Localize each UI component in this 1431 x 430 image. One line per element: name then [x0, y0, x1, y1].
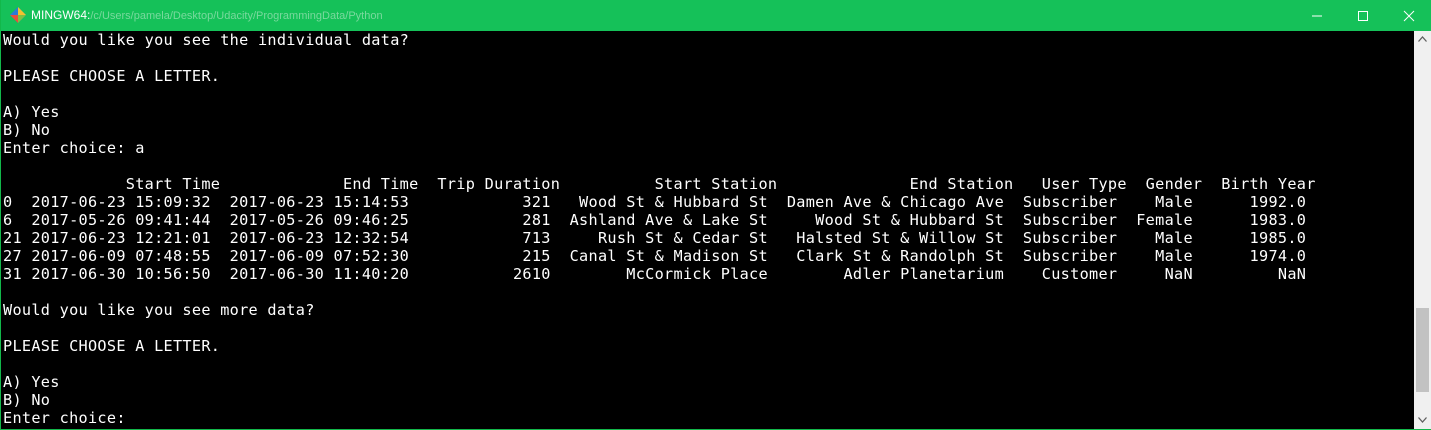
terminal-line: B) No: [3, 121, 51, 139]
table-row-line: 6 2017-05-26 09:41:44 2017-05-26 09:46:2…: [3, 211, 1307, 229]
table-row-line: 21 2017-06-23 12:21:01 2017-06-23 12:32:…: [3, 229, 1307, 247]
vertical-scrollbar[interactable]: [1414, 31, 1431, 429]
minimize-icon: [1312, 15, 1322, 17]
window-title: MINGW64:/c/Users/pamela/Desktop/Udacity/…: [31, 0, 383, 31]
close-icon: [1403, 10, 1415, 22]
window-title-app: MINGW64:: [31, 8, 91, 22]
terminal-line: A) Yes: [3, 373, 60, 391]
terminal-prompt-line: Enter choice:: [3, 409, 126, 427]
terminal-line: B) No: [3, 391, 51, 409]
terminal-line: PLEASE CHOOSE A LETTER.: [3, 67, 221, 85]
title-bar[interactable]: MINGW64:/c/Users/pamela/Desktop/Udacity/…: [1, 0, 1431, 31]
maximize-icon: [1358, 11, 1368, 21]
window-title-path: /c/Users/pamela/Desktop/Udacity/Programm…: [90, 10, 383, 22]
chevron-up-icon: [1418, 36, 1427, 42]
chevron-down-icon: [1418, 417, 1427, 423]
table-row-line: 0 2017-06-23 15:09:32 2017-06-23 15:14:5…: [3, 193, 1307, 211]
mingw-diamond-icon[interactable]: [9, 6, 27, 24]
scroll-up-button[interactable]: [1414, 31, 1431, 48]
terminal-output[interactable]: Would you like you see the individual da…: [3, 31, 1412, 429]
terminal-line: Enter choice: a: [3, 139, 145, 157]
terminal-line: Would you like you see the individual da…: [3, 31, 410, 49]
terminal-line: A) Yes: [3, 103, 60, 121]
minimize-button[interactable]: [1294, 0, 1340, 31]
table-header-line: Start Time End Time Trip Duration Start …: [3, 175, 1316, 193]
maximize-button[interactable]: [1340, 0, 1386, 31]
scroll-down-button[interactable]: [1414, 412, 1431, 429]
terminal-window: MINGW64:/c/Users/pamela/Desktop/Udacity/…: [0, 0, 1431, 430]
terminal-line: PLEASE CHOOSE A LETTER.: [3, 337, 221, 355]
close-button[interactable]: [1386, 0, 1431, 31]
table-row-line: 27 2017-06-09 07:48:55 2017-06-09 07:52:…: [3, 247, 1307, 265]
table-row-line: 31 2017-06-30 10:56:50 2017-06-30 11:40:…: [3, 265, 1307, 283]
scrollbar-thumb[interactable]: [1416, 308, 1429, 392]
terminal-line: Would you like you see more data?: [3, 301, 315, 319]
